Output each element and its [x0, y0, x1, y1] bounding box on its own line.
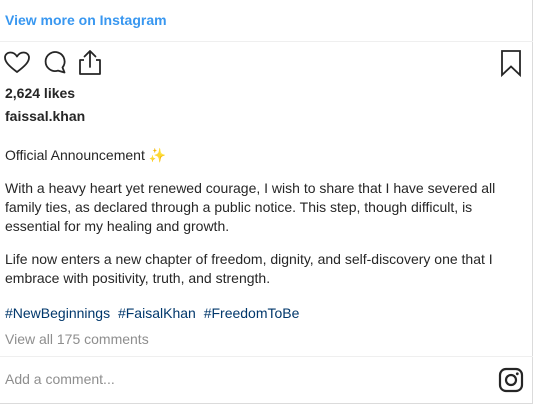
announcement-text: Official Announcement [5, 147, 145, 163]
hashtag-link[interactable]: #FaisalKhan [118, 305, 196, 321]
caption-announcement: Official Announcement ✨ [5, 146, 515, 165]
caption-paragraph-2: Life now enters a new chapter of freedom… [5, 251, 493, 286]
instagram-logo-icon[interactable] [498, 367, 524, 393]
bookmark-icon[interactable] [497, 48, 525, 78]
action-bar [0, 48, 533, 78]
likes-count[interactable]: 2,624 likes [5, 85, 75, 101]
add-comment-input[interactable] [5, 367, 485, 391]
hashtag-link[interactable]: #FreedomToBe [204, 305, 300, 321]
divider [0, 356, 533, 357]
divider [0, 41, 533, 42]
hashtag-link[interactable]: #NewBeginnings [5, 305, 110, 321]
caption-paragraph-1: With a heavy heart yet renewed courage, … [5, 180, 496, 234]
sparkles-icon: ✨ [148, 147, 167, 163]
view-more-on-instagram-link[interactable]: View more on Instagram [5, 12, 167, 28]
post-caption: Official Announcement ✨ With a heavy hea… [5, 146, 515, 288]
heart-icon[interactable] [3, 48, 31, 78]
instagram-embed-card: View more on Instagram 2,624 likes faiss… [0, 0, 533, 404]
view-all-comments-link[interactable]: View all 175 comments [5, 331, 149, 347]
share-icon[interactable] [76, 48, 104, 78]
post-author-username[interactable]: faissal.khan [5, 108, 85, 124]
hashtag-list: #NewBeginnings #FaisalKhan #FreedomToBe [5, 305, 303, 321]
comment-icon[interactable] [41, 48, 69, 78]
